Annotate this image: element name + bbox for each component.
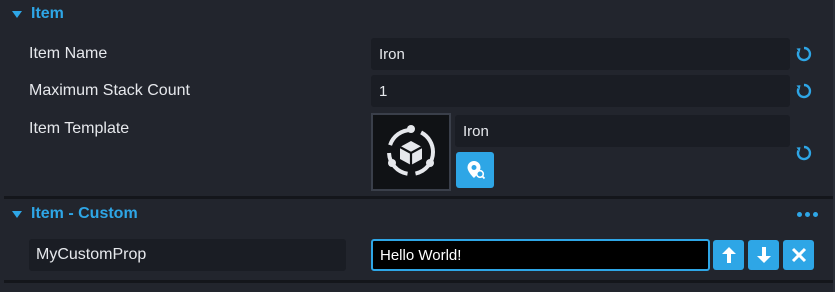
custom-prop-name[interactable]: MyCustomProp — [29, 239, 346, 271]
template-name-field[interactable]: Iron — [455, 115, 790, 147]
template-cube-icon — [387, 125, 435, 176]
remove-button[interactable] — [783, 240, 814, 270]
more-dots-icon[interactable] — [797, 206, 821, 222]
item-properties-panel: Item Item Name Iron Maximum Stack Count … — [0, 0, 835, 292]
max-stack-label: Maximum Stack Count — [29, 82, 190, 99]
reset-icon[interactable] — [795, 45, 813, 63]
section-divider — [4, 196, 833, 199]
item-name-label: Item Name — [29, 45, 108, 62]
max-stack-field[interactable]: 1 — [371, 75, 790, 107]
template-thumbnail[interactable] — [371, 113, 451, 191]
collapse-triangle-icon — [12, 10, 22, 18]
arrow-down-icon — [756, 247, 771, 263]
collapse-triangle-icon — [12, 210, 22, 218]
item-section-header[interactable]: Item — [0, 0, 64, 28]
close-icon — [791, 247, 806, 263]
reset-icon[interactable] — [795, 82, 813, 100]
custom-section-title: Item - Custom — [31, 205, 138, 222]
arrow-up-icon — [721, 247, 736, 263]
item-template-label: Item Template — [29, 120, 130, 137]
reset-icon[interactable] — [795, 144, 813, 162]
move-down-button[interactable] — [748, 240, 779, 270]
move-up-button[interactable] — [713, 240, 744, 270]
item-section-title: Item — [31, 5, 64, 22]
location-search-icon — [467, 161, 486, 180]
custom-section-header[interactable]: Item - Custom — [0, 200, 138, 228]
section-divider — [4, 280, 833, 283]
item-name-field[interactable]: Iron — [371, 38, 790, 70]
custom-prop-value-input[interactable] — [371, 239, 710, 271]
locate-template-button[interactable] — [456, 152, 494, 188]
